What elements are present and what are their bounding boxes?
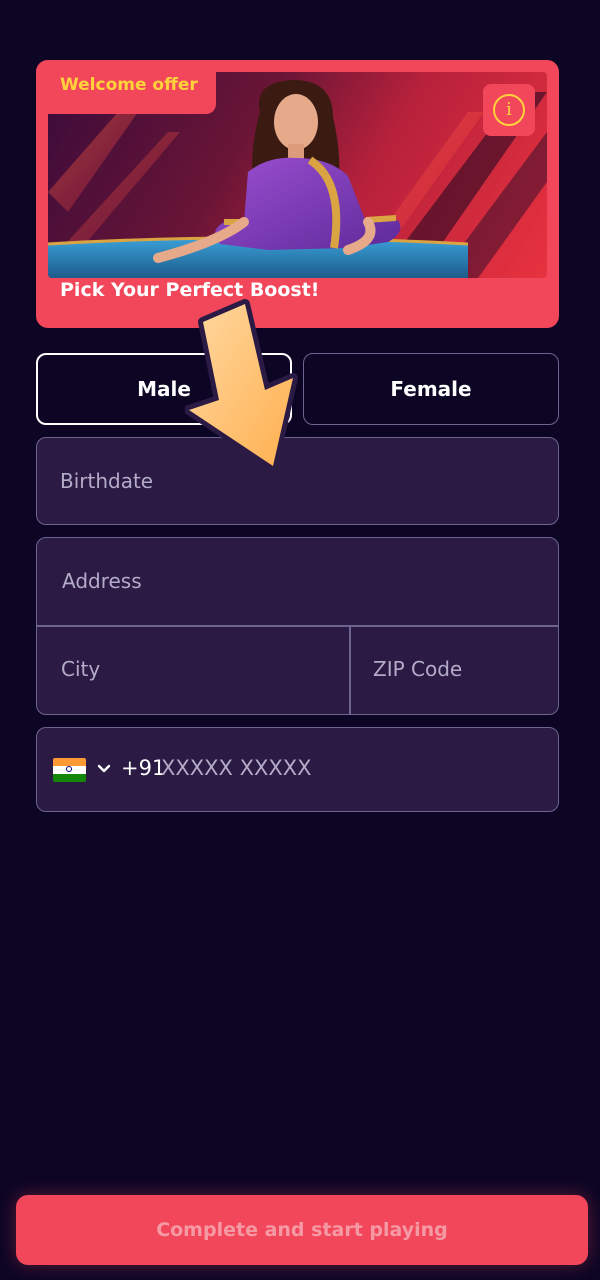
complete-and-start-label: Complete and start playing [156, 1219, 448, 1241]
address-placeholder: Address [62, 569, 142, 593]
welcome-offer-label: Welcome offer [60, 75, 198, 95]
india-flag-icon[interactable] [53, 758, 86, 782]
chevron-down-icon[interactable] [97, 761, 111, 775]
info-button[interactable]: i [483, 84, 535, 136]
info-icon: i [493, 94, 525, 126]
city-placeholder: City [61, 657, 101, 681]
city-field[interactable]: City [37, 627, 349, 714]
phone-field[interactable]: +91 XXXXX XXXXX [36, 727, 559, 812]
gender-female-label: Female [390, 377, 472, 401]
address-field[interactable]: Address [37, 538, 558, 625]
address-group: Address City ZIP Code [36, 537, 559, 715]
phone-dial-code: +91 [121, 756, 166, 780]
promo-card: Welcome offer i Pick Your Perfect Boost! [36, 60, 559, 328]
welcome-offer-badge: Welcome offer [36, 60, 216, 114]
gender-male-label: Male [137, 377, 191, 401]
tutorial-arrow-icon [185, 299, 298, 471]
complete-and-start-button[interactable]: Complete and start playing [16, 1195, 588, 1265]
phone-number-placeholder: XXXXX XXXXX [161, 756, 312, 780]
gender-female-button[interactable]: Female [303, 353, 559, 425]
birthdate-placeholder: Birthdate [60, 469, 154, 493]
zip-code-field[interactable]: ZIP Code [351, 627, 558, 714]
zip-code-placeholder: ZIP Code [373, 657, 463, 681]
